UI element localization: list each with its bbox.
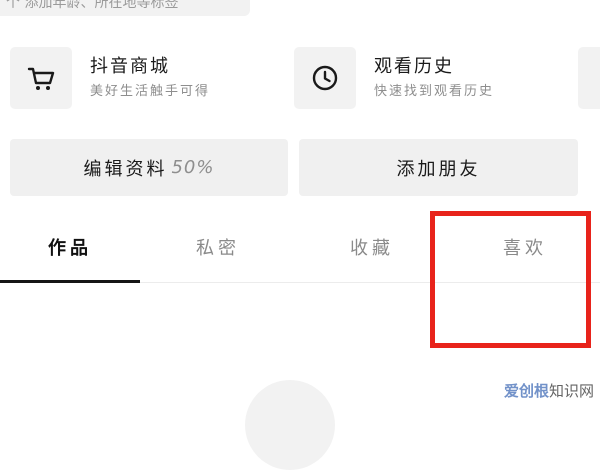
empty-state-placeholder — [245, 380, 335, 470]
add-friend-label: 添加朋友 — [396, 158, 481, 180]
profile-intro-text: 个 添加年龄、所在地等标签 — [6, 0, 179, 11]
add-friend-button[interactable]: 添加朋友 — [299, 139, 578, 196]
clock-icon — [312, 65, 338, 91]
cart-icon — [27, 67, 55, 90]
service-next-partial[interactable] — [578, 47, 600, 109]
watermark: 爱创根知识网 — [504, 380, 594, 401]
service-subtitle: 快速找到观看历史 — [374, 84, 495, 99]
tab-favorites[interactable]: 收藏 — [302, 212, 442, 282]
service-title: 观看历史 — [374, 56, 454, 77]
tab-works[interactable]: 作品 — [0, 212, 140, 283]
profile-intro-strip[interactable]: 个 添加年龄、所在地等标签 — [0, 0, 250, 16]
content-tabs: 作品 私密 收藏 喜欢 — [0, 212, 600, 283]
profile-completion-percent: 50% — [171, 157, 215, 178]
cart-icon-box — [10, 47, 72, 109]
service-douyin-mall[interactable]: 抖音商城 美好生活触手可得 — [10, 47, 210, 109]
service-title: 抖音商城 — [90, 56, 170, 77]
edit-profile-button[interactable]: 编辑资料 50% — [10, 139, 288, 196]
watermark-brand: 爱创根 — [503, 382, 549, 400]
watermark-text: 知识网 — [548, 382, 594, 400]
clock-icon-box — [294, 47, 356, 109]
service-watch-history[interactable]: 观看历史 快速找到观看历史 — [294, 47, 494, 109]
edit-profile-label: 编辑资料 — [83, 158, 168, 180]
tab-likes[interactable]: 喜欢 — [455, 212, 595, 282]
service-subtitle: 美好生活触手可得 — [90, 84, 211, 99]
tab-private[interactable]: 私密 — [148, 212, 288, 282]
